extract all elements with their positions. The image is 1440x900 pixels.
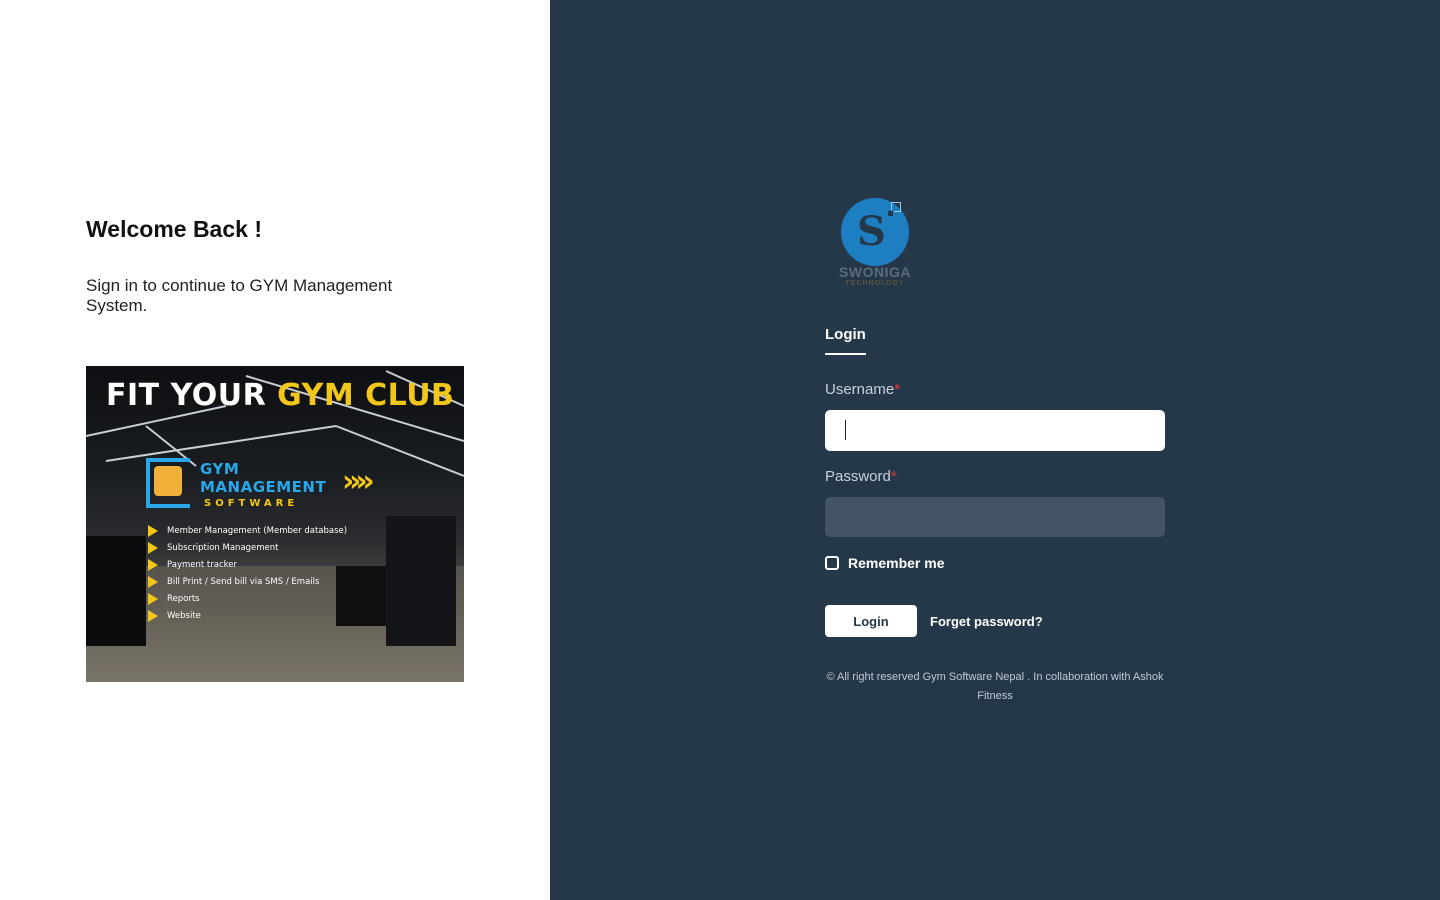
feature-label: Website — [167, 610, 201, 621]
promo-headline: FIT YOUR GYM CLUB — [106, 378, 454, 413]
list-item: Subscription Management — [148, 539, 347, 556]
brand-name: SWONIGA — [839, 264, 911, 280]
password-input[interactable] — [825, 497, 1165, 537]
equipment-rack-left — [86, 536, 146, 646]
arrow-bullet-icon — [148, 592, 158, 605]
remember-me-label[interactable]: Remember me — [848, 555, 945, 571]
username-label: Username* — [825, 381, 900, 398]
feature-label: Subscription Management — [167, 542, 279, 553]
promo-image: FIT YOUR GYM CLUB GYM MANAGEMENT SOFTWAR… — [86, 366, 464, 682]
login-button[interactable]: Login — [825, 605, 917, 637]
forward-arrows-icon: »» — [342, 464, 375, 499]
arrow-bullet-icon — [148, 558, 158, 571]
cursor-icon — [154, 466, 182, 496]
remember-me-checkbox[interactable] — [825, 556, 839, 570]
tab-login[interactable]: Login — [825, 326, 866, 355]
arrow-bullet-icon — [148, 524, 158, 537]
text-cursor — [845, 420, 846, 440]
welcome-panel: Welcome Back ! Sign in to continue to GY… — [0, 0, 550, 900]
arrow-bullet-icon — [148, 541, 158, 554]
arrow-bullet-icon — [148, 575, 158, 588]
product-name-line2: MANAGEMENT — [200, 478, 327, 496]
equipment-rack-right — [386, 516, 456, 646]
username-label-text: Username — [825, 381, 895, 398]
login-panel: S SWONIGA TECHNOLOGY Login Username* Pas… — [550, 0, 1440, 900]
welcome-subtitle: Sign in to continue to GYM Management Sy… — [86, 276, 393, 315]
list-item: Reports — [148, 590, 347, 607]
feature-label: Reports — [167, 593, 200, 604]
brand-logo: S SWONIGA TECHNOLOGY — [827, 196, 927, 292]
password-label: Password* — [825, 468, 897, 485]
list-item: Bill Print / Send bill via SMS / Emails — [148, 573, 347, 590]
remember-me[interactable]: Remember me — [825, 555, 945, 571]
arrow-bullet-icon — [148, 609, 158, 622]
brand-glyph: S — [857, 208, 886, 255]
feature-label: Member Management (Member database) — [167, 525, 348, 536]
list-item: Payment tracker — [148, 556, 347, 573]
list-item: Website — [148, 607, 347, 624]
required-mark: * — [890, 468, 897, 485]
brand-tagline: TECHNOLOGY — [845, 280, 905, 287]
pixel-square-icon — [887, 210, 894, 217]
copyright-footer: © All right reserved Gym Software Nepal … — [826, 671, 1164, 702]
promo-headline-white: FIT YOUR — [106, 378, 267, 413]
product-name-line3: SOFTWARE — [204, 498, 299, 509]
list-item: Member Management (Member database) — [148, 522, 347, 539]
welcome-title: Welcome Back ! — [86, 216, 262, 242]
password-label-text: Password — [825, 468, 891, 485]
required-mark: * — [894, 381, 901, 398]
forgot-password-link[interactable]: Forget password? — [930, 614, 1043, 629]
product-name-line1: GYM — [200, 460, 240, 478]
username-input[interactable] — [825, 410, 1165, 451]
feature-label: Payment tracker — [167, 559, 237, 570]
promo-headline-yellow: GYM CLUB — [277, 378, 455, 413]
feature-list: Member Management (Member database) Subs… — [148, 522, 347, 624]
feature-label: Bill Print / Send bill via SMS / Emails — [167, 576, 320, 587]
